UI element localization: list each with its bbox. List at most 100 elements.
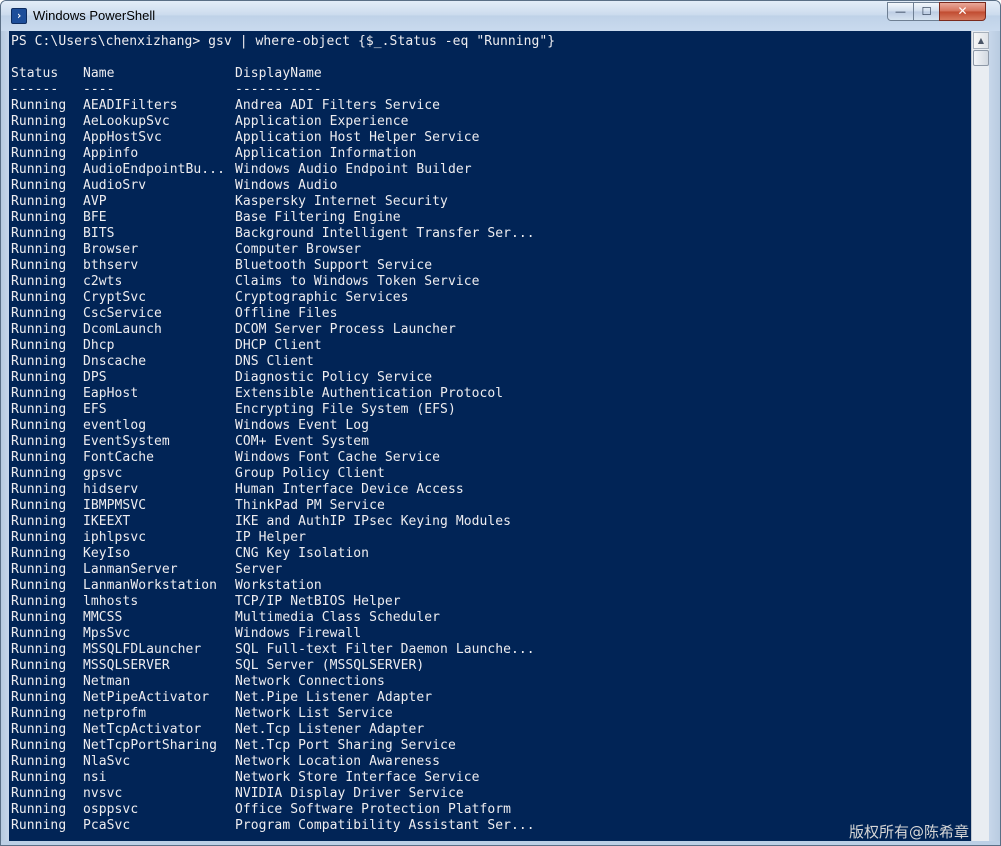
row-status: Running (11, 578, 67, 593)
row-name: MSSQLSERVER (83, 658, 170, 673)
row-name: iphlpsvc (83, 530, 147, 545)
row-name: AeLookupSvc (83, 114, 170, 129)
row-name: EapHost (83, 386, 139, 401)
maximize-button[interactable]: ☐ (913, 2, 940, 21)
row-status: Running (11, 770, 67, 785)
row-status: Running (11, 194, 67, 209)
row-status: Running (11, 354, 67, 369)
row-displayname: Net.Tcp Port Sharing Service (235, 738, 456, 753)
powershell-icon[interactable]: › (11, 8, 27, 24)
scroll-up-button[interactable]: ▲ (973, 32, 989, 49)
row-status: Running (11, 498, 67, 513)
row-displayname: SQL Full-text Filter Daemon Launche... (235, 642, 535, 657)
header-status: Status (11, 66, 59, 81)
row-status: Running (11, 418, 67, 433)
row-status: Running (11, 402, 67, 417)
underline-status: ------ (11, 82, 59, 97)
console-output[interactable]: PS C:\Users\chenxizhang> gsv | where-obj… (9, 31, 971, 841)
row-displayname: SQL Server (MSSQLSERVER) (235, 658, 425, 673)
copyright-watermark: 版权所有@陈希章 (849, 823, 970, 841)
right-frame (989, 31, 1000, 845)
row-status: Running (11, 226, 67, 241)
row-name: EFS (83, 402, 107, 417)
row-displayname: Network List Service (235, 706, 393, 721)
minimize-button[interactable]: — (887, 2, 914, 21)
row-displayname: Human Interface Device Access (235, 482, 464, 497)
row-status: Running (11, 114, 67, 129)
row-name: PcaSvc (83, 818, 131, 833)
row-status: Running (11, 754, 67, 769)
left-frame (1, 31, 9, 845)
row-status: Running (11, 242, 67, 257)
row-displayname: Windows Font Cache Service (235, 450, 441, 465)
row-status: Running (11, 690, 67, 705)
row-name: nsi (83, 770, 107, 785)
row-status: Running (11, 466, 67, 481)
row-status: Running (11, 98, 67, 113)
row-status: Running (11, 274, 67, 289)
row-displayname: Base Filtering Engine (235, 210, 401, 225)
row-displayname: Cryptographic Services (235, 290, 409, 305)
row-displayname: Program Compatibility Assistant Ser... (235, 818, 535, 833)
title-bar[interactable]: › Windows PowerShell — ☐ ✕ (1, 1, 1000, 31)
row-status: Running (11, 530, 67, 545)
row-displayname: CNG Key Isolation (235, 546, 370, 561)
row-status: Running (11, 178, 67, 193)
row-status: Running (11, 674, 67, 689)
row-displayname: Group Policy Client (235, 466, 385, 481)
row-name: bthserv (83, 258, 139, 273)
row-status: Running (11, 562, 67, 577)
row-displayname: Claims to Windows Token Service (235, 274, 480, 289)
row-name: NetTcpPortSharing (83, 738, 218, 753)
row-name: MSSQLFDLauncher (83, 642, 202, 657)
row-name: Appinfo (83, 146, 139, 161)
row-name: IKEEXT (83, 514, 131, 529)
prompt-line: PS C:\Users\chenxizhang> gsv | where-obj… (11, 34, 556, 49)
row-displayname: Server (235, 562, 283, 577)
row-status: Running (11, 130, 67, 145)
row-name: Dnscache (83, 354, 147, 369)
row-status: Running (11, 434, 67, 449)
row-name: gpsvc (83, 466, 123, 481)
row-name: NetTcpActivator (83, 722, 202, 737)
row-displayname: Workstation (235, 578, 322, 593)
row-name: LanmanServer (83, 562, 178, 577)
row-displayname: Kaspersky Internet Security (235, 194, 448, 209)
row-displayname: Offline Files (235, 306, 338, 321)
row-name: AudioSrv (83, 178, 147, 193)
row-status: Running (11, 658, 67, 673)
row-displayname: Windows Firewall (235, 626, 362, 641)
row-displayname: Application Experience (235, 114, 409, 129)
vertical-scrollbar[interactable]: ▲ (971, 31, 989, 841)
scroll-thumb[interactable] (973, 50, 989, 66)
row-status: Running (11, 706, 67, 721)
row-status: Running (11, 146, 67, 161)
row-displayname: Network Store Interface Service (235, 770, 480, 785)
row-name: BITS (83, 226, 115, 241)
row-displayname: Computer Browser (235, 242, 362, 257)
row-name: CscService (83, 306, 162, 321)
row-displayname: Encrypting File System (EFS) (235, 402, 456, 417)
row-displayname: Multimedia Class Scheduler (235, 610, 441, 625)
row-name: BFE (83, 210, 107, 225)
row-status: Running (11, 322, 67, 337)
row-displayname: Application Information (235, 146, 417, 161)
row-status: Running (11, 738, 67, 753)
row-name: LanmanWorkstation (83, 578, 218, 593)
row-name: AudioEndpointBu... (83, 162, 225, 177)
row-name: netprofm (83, 706, 147, 721)
row-displayname: DHCP Client (235, 338, 322, 353)
row-displayname: Network Location Awareness (235, 754, 441, 769)
row-name: NetPipeActivator (83, 690, 210, 705)
row-name: Browser (83, 242, 139, 257)
row-status: Running (11, 290, 67, 305)
close-button[interactable]: ✕ (939, 2, 986, 21)
row-displayname: Andrea ADI Filters Service (235, 98, 441, 113)
row-displayname: Windows Audio Endpoint Builder (235, 162, 472, 177)
header-underline: ------ ---- ----------- (11, 82, 322, 98)
row-name: Netman (83, 674, 131, 689)
row-displayname: IP Helper (235, 530, 306, 545)
row-status: Running (11, 786, 67, 801)
row-status: Running (11, 514, 67, 529)
row-name: DcomLaunch (83, 322, 162, 337)
